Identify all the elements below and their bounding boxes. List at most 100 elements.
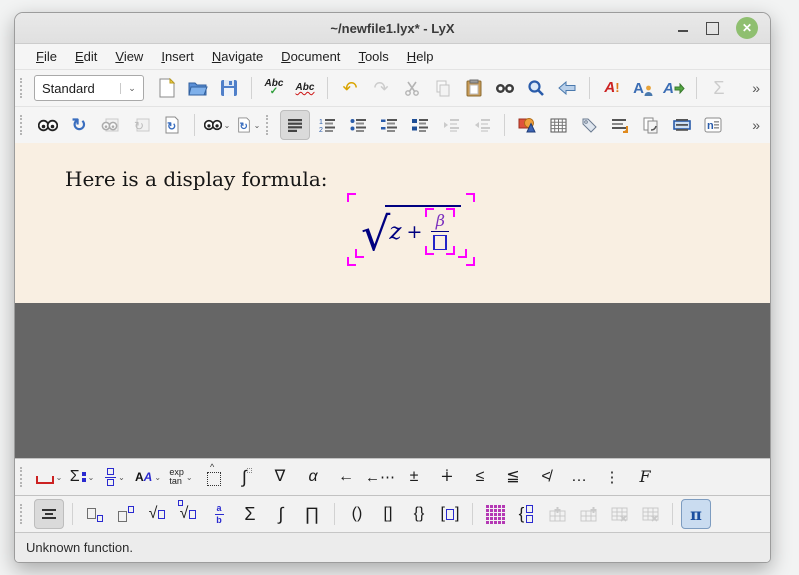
decrease-depth-button[interactable] <box>468 111 496 139</box>
menu-document[interactable]: Document <box>272 46 349 67</box>
layout-itemize-button[interactable] <box>344 111 372 139</box>
toolbar-grip[interactable] <box>20 78 27 98</box>
add-column-button[interactable] <box>574 500 602 528</box>
find-replace-button[interactable] <box>522 74 550 102</box>
insert-nomenclature-button[interactable]: n <box>699 111 727 139</box>
layout-enumerate-button[interactable]: 1 2 <box>313 111 341 139</box>
math-ams-relations-menu-button[interactable]: ≦ <box>499 463 527 491</box>
math-panel-toggle-button[interactable]: π <box>681 499 711 529</box>
math-negated-relations-menu-button[interactable]: ≮ <box>532 463 560 491</box>
insert-math-button[interactable]: Σ <box>705 74 733 102</box>
menu-view[interactable]: View <box>106 46 152 67</box>
math-arrows-menu-button[interactable]: ← <box>332 463 360 491</box>
parentheses-button[interactable]: () <box>343 500 371 528</box>
brackets-button[interactable]: [] <box>374 500 402 528</box>
document-page[interactable]: Here is a display formula: √ z + <box>15 143 770 303</box>
math-operators-menu-button[interactable]: ∇ <box>266 463 294 491</box>
view-other-formats-button[interactable]: ⌄ <box>203 111 231 139</box>
paste-button[interactable] <box>460 74 488 102</box>
save-document-button[interactable] <box>215 74 243 102</box>
outside-document-region[interactable] <box>15 303 770 458</box>
math-fractions-menu-button[interactable]: ⌄ <box>101 463 129 491</box>
math-integral-template-button[interactable]: ∫ <box>233 463 261 491</box>
braces-button[interactable]: {} <box>405 500 433 528</box>
document-paragraph[interactable]: Here is a display formula: <box>65 167 327 191</box>
insert-matrix-button[interactable] <box>481 500 509 528</box>
toolbar-grip[interactable] <box>20 467 27 487</box>
continuous-spellcheck-button[interactable]: Abc <box>291 74 319 102</box>
find-button[interactable] <box>491 74 519 102</box>
big-sum-button[interactable]: Σ <box>236 500 264 528</box>
add-row-button[interactable] <box>543 500 571 528</box>
toolbar-grip[interactable] <box>20 115 27 135</box>
math-binary-operators-menu-button[interactable]: ± <box>400 463 428 491</box>
math-dot-operators-menu-button[interactable]: ∔ <box>433 463 461 491</box>
menu-tools[interactable]: Tools <box>349 46 397 67</box>
delete-column-button[interactable] <box>636 500 664 528</box>
menu-file[interactable]: File <box>27 46 66 67</box>
nth-root-button[interactable]: √ <box>174 500 202 528</box>
big-integral-button[interactable]: ∫ <box>267 500 295 528</box>
square-root-button[interactable]: √ <box>143 500 171 528</box>
math-spacings-button[interactable] <box>200 463 228 491</box>
math-long-arrows-menu-button[interactable]: ←⋯ <box>365 463 395 491</box>
layout-standard-button[interactable] <box>280 110 310 140</box>
toolbar-grip[interactable] <box>266 115 273 135</box>
view-document-button[interactable] <box>34 111 62 139</box>
minimize-button[interactable] <box>677 22 689 34</box>
redo-button[interactable]: ↷ <box>367 74 395 102</box>
insert-index-entry-button[interactable] <box>668 111 696 139</box>
math-greek-menu-button[interactable]: α <box>299 463 327 491</box>
menu-help[interactable]: Help <box>398 46 443 67</box>
insert-citation-button[interactable] <box>637 111 665 139</box>
copy-button[interactable] <box>429 74 457 102</box>
math-relations-menu-button[interactable]: ≤ <box>466 463 494 491</box>
subscript-button[interactable] <box>81 500 109 528</box>
insert-cross-reference-button[interactable] <box>606 111 634 139</box>
insert-graphics-button[interactable] <box>513 111 541 139</box>
math-big-operators-menu-button[interactable]: Σ ⌄ <box>68 463 96 491</box>
layout-labeling-button[interactable] <box>406 111 434 139</box>
new-document-button[interactable] <box>153 74 181 102</box>
undo-button[interactable]: ↶ <box>336 74 364 102</box>
maximize-button[interactable] <box>706 22 719 35</box>
math-text-styles-menu-button[interactable]: AA ⌄ <box>134 463 162 491</box>
superscript-button[interactable] <box>112 500 140 528</box>
math-decorations-menu-button[interactable]: ⌄ <box>35 463 63 491</box>
insert-table-button[interactable] <box>544 111 572 139</box>
delete-row-button[interactable] <box>605 500 633 528</box>
cut-button[interactable] <box>398 74 426 102</box>
view-master-button[interactable] <box>96 111 124 139</box>
menu-edit[interactable]: Edit <box>66 46 106 67</box>
update-other-formats-button[interactable]: ↻ ⌄ <box>234 111 262 139</box>
titlebar[interactable]: ~/newfile1.lyx* - LyX ✕ <box>15 13 770 44</box>
math-vertical-dots-menu-button[interactable]: ⋮ <box>598 463 626 491</box>
layout-description-button[interactable] <box>375 111 403 139</box>
toolbar-grip[interactable] <box>20 504 27 524</box>
check-spelling-button[interactable]: Abc ✓ <box>260 74 288 102</box>
menu-navigate[interactable]: Navigate <box>203 46 272 67</box>
increase-depth-button[interactable] <box>437 111 465 139</box>
toolbar-overflow-button[interactable]: » <box>752 80 762 96</box>
update-source-button[interactable]: ↻ <box>158 111 186 139</box>
update-master-button[interactable]: ↻ <box>127 111 155 139</box>
delimiters-dialog-button[interactable]: [ ] <box>436 500 464 528</box>
update-document-button[interactable]: ↻ <box>65 111 93 139</box>
toggle-emphasis-button[interactable]: A! <box>598 74 626 102</box>
close-button[interactable]: ✕ <box>736 17 758 39</box>
apply-last-style-button[interactable]: A <box>660 74 688 102</box>
insert-label-button[interactable] <box>575 111 603 139</box>
math-frames-menu-button[interactable]: F <box>631 463 659 491</box>
navigate-back-button[interactable] <box>553 74 581 102</box>
big-product-button[interactable]: ∏ <box>298 500 326 528</box>
toolbar-overflow-button[interactable]: » <box>752 117 762 133</box>
menu-insert[interactable]: Insert <box>152 46 203 67</box>
display-formula-toggle-button[interactable] <box>34 499 64 529</box>
toggle-noun-button[interactable]: A <box>629 74 657 102</box>
math-functions-menu-button[interactable]: exptan ⌄ <box>167 463 195 491</box>
display-formula-inset[interactable]: √ z + β <box>347 193 475 266</box>
math-dots-menu-button[interactable]: … <box>565 463 593 491</box>
paragraph-style-select[interactable]: Standard ⌄ <box>34 75 144 101</box>
open-document-button[interactable] <box>184 74 212 102</box>
fraction-button[interactable]: ab <box>205 500 233 528</box>
